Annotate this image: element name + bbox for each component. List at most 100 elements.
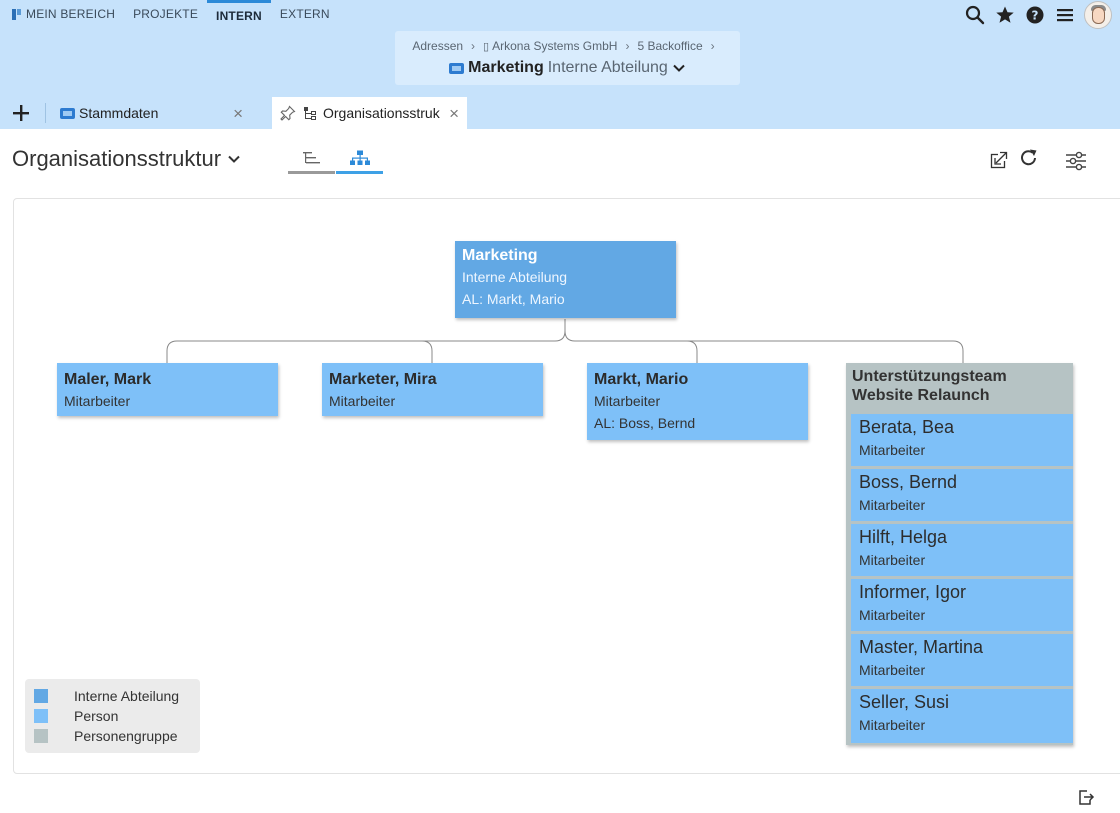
page-title: Organisationsstruktur: [12, 146, 222, 171]
tab-organisationsstruktur[interactable]: Organisationsstruk ×: [272, 97, 467, 129]
star-icon[interactable]: [990, 2, 1020, 28]
member-role: Mitarbeiter: [859, 717, 926, 733]
group-member[interactable]: Hilft, Helga Mitarbeiter: [851, 524, 1073, 576]
group-member[interactable]: Boss, Bernd Mitarbeiter: [851, 469, 1073, 521]
breadcrumb-item-backoffice[interactable]: 5 Backoffice: [637, 39, 702, 53]
legend-label: Person: [74, 708, 119, 724]
node-role: Mitarbeiter: [64, 393, 131, 409]
org-node-person[interactable]: Markt, Mario Mitarbeiter AL: Boss, Bernd: [587, 363, 808, 440]
member-role: Mitarbeiter: [859, 552, 926, 568]
search-icon[interactable]: [960, 2, 990, 28]
tree-list-icon: [302, 152, 320, 164]
org-node-person[interactable]: Marketer, Mira Mitarbeiter: [322, 363, 543, 416]
legend-swatch: [34, 709, 48, 723]
node-title: Marketing: [462, 247, 538, 264]
entity-switcher[interactable]: Marketing Interne Abteilung: [395, 59, 740, 77]
nav-label: INTERN: [216, 8, 262, 23]
refresh-button[interactable]: [1016, 145, 1042, 171]
nav-label: MEIN BEREICH: [26, 7, 116, 21]
member-name: Informer, Igor: [859, 582, 967, 602]
nav-extern[interactable]: EXTERN: [271, 0, 339, 28]
list-view-toggle[interactable]: [288, 145, 335, 174]
tab-stammdaten[interactable]: Stammdaten ×: [58, 97, 253, 129]
org-node-person[interactable]: Maler, Mark Mitarbeiter: [57, 363, 278, 416]
plus-icon: [13, 105, 29, 121]
tab-label: Stammdaten: [79, 105, 159, 121]
legend-item: Person: [34, 706, 191, 726]
nav-projekte[interactable]: PROJEKTE: [124, 0, 207, 28]
member-role: Mitarbeiter: [859, 662, 926, 678]
node-title: Marketer, Mira: [329, 371, 437, 388]
settings-button[interactable]: [1063, 148, 1089, 174]
org-chart-view-toggle[interactable]: [336, 145, 383, 174]
chevron-right-icon: ›: [625, 39, 630, 53]
group-member[interactable]: Seller, Susi Mitarbeiter: [851, 689, 1073, 743]
export-icon: [1079, 790, 1095, 805]
member-name: Berata, Bea: [859, 417, 955, 437]
nav-mein-bereich[interactable]: MEIN BEREICH: [0, 0, 124, 28]
tab-bar: Stammdaten × Organisationsstruk ×: [0, 97, 1120, 129]
org-node-group[interactable]: Unterstützungsteam Website Relaunch Bera…: [846, 363, 1073, 745]
group-title-line: Unterstützungsteam: [852, 368, 1007, 385]
member-role: Mitarbeiter: [859, 607, 926, 623]
entity-title: Marketing: [468, 59, 544, 76]
pin-icon[interactable]: [280, 105, 296, 121]
tab-label: Organisationsstruk: [323, 105, 440, 121]
close-icon[interactable]: ×: [449, 104, 459, 124]
breadcrumb-item-company[interactable]: ▯ Arkona Systems GmbH: [483, 39, 617, 53]
org-chart-icon: [349, 150, 370, 165]
main-nav: MEIN BEREICH PROJEKTE INTERN EXTERN: [0, 0, 339, 28]
nav-label: PROJEKTE: [133, 7, 199, 21]
dashboard-icon: [12, 8, 22, 20]
member-name: Hilft, Helga: [859, 527, 948, 547]
expand-icon: [990, 151, 1008, 169]
legend-swatch: [34, 729, 48, 743]
group-member[interactable]: Master, Martina Mitarbeiter: [851, 634, 1073, 686]
view-selector[interactable]: Organisationsstruktur: [12, 146, 241, 172]
header-actions: ?: [960, 1, 1120, 29]
org-node-root[interactable]: Marketing Interne Abteilung AL: Markt, M…: [455, 241, 676, 318]
breadcrumb-label: Arkona Systems GmbH: [492, 39, 618, 53]
fullscreen-button[interactable]: [986, 147, 1012, 173]
node-lead: AL: Boss, Bernd: [594, 415, 696, 431]
legend-label: Personengruppe: [74, 728, 178, 744]
nav-intern[interactable]: INTERN: [207, 0, 271, 28]
group-member[interactable]: Berata, Bea Mitarbeiter: [851, 414, 1073, 466]
menu-icon[interactable]: [1050, 2, 1080, 28]
header-bar: MEIN BEREICH PROJEKTE INTERN EXTERN ? Ad…: [0, 0, 1120, 97]
member-role: Mitarbeiter: [859, 442, 926, 458]
add-tab-button[interactable]: [8, 101, 34, 125]
org-tree-icon: [304, 106, 318, 120]
chevron-down-icon: [673, 64, 685, 72]
chevron-down-icon: [228, 155, 240, 163]
export-button[interactable]: [1075, 786, 1097, 808]
sliders-icon: [1066, 151, 1086, 171]
legend-label: Interne Abteilung: [74, 688, 180, 704]
group-title: Unterstützungsteam Website Relaunch: [852, 367, 1007, 405]
tab-divider: [45, 103, 46, 123]
node-role: Mitarbeiter: [594, 393, 661, 409]
member-name: Master, Martina: [859, 637, 984, 657]
node-role: Mitarbeiter: [329, 393, 396, 409]
breadcrumb-item-adressen[interactable]: Adressen: [412, 39, 463, 53]
node-lead: AL: Markt, Mario: [462, 291, 565, 307]
entity-type: Interne Abteilung: [547, 59, 668, 76]
refresh-icon: [1021, 149, 1037, 166]
user-avatar[interactable]: [1084, 1, 1112, 29]
help-icon[interactable]: ?: [1020, 2, 1050, 28]
member-name: Seller, Susi: [859, 692, 950, 712]
department-icon: [449, 62, 465, 74]
chevron-right-icon: ›: [471, 39, 476, 53]
close-icon[interactable]: ×: [233, 104, 243, 124]
member-name: Boss, Bernd: [859, 472, 958, 492]
department-icon: [60, 107, 75, 119]
node-title: Maler, Mark: [64, 371, 152, 388]
legend-item: Interne Abteilung: [34, 686, 191, 706]
member-role: Mitarbeiter: [859, 497, 926, 513]
breadcrumb-path: Adressen › ▯ Arkona Systems GmbH › 5 Backoffi…: [395, 39, 740, 53]
legend-item: Personengruppe: [34, 726, 191, 746]
org-chart-canvas[interactable]: Marketing Interne Abteilung AL: Markt, M…: [13, 198, 1120, 774]
legend-swatch: [34, 689, 48, 703]
group-member[interactable]: Informer, Igor Mitarbeiter: [851, 579, 1073, 631]
legend: Interne Abteilung Person Personengruppe: [25, 679, 200, 753]
